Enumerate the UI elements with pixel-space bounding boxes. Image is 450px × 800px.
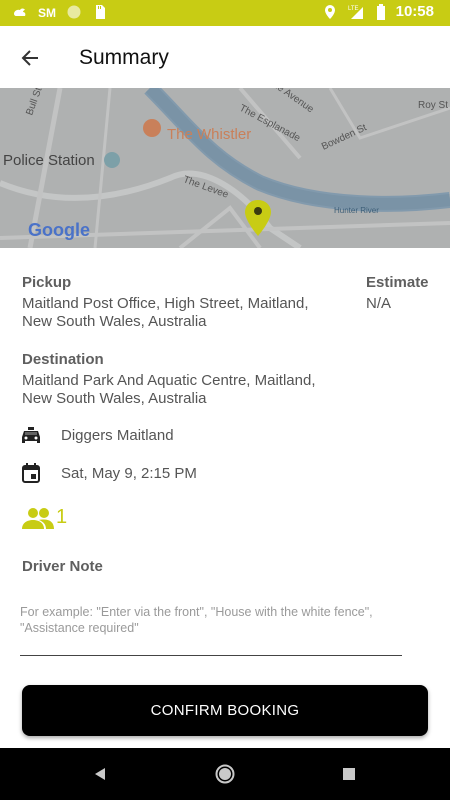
route-map[interactable]: The Whistler Police Station The Esplanad… (0, 88, 450, 248)
cloud-bird-icon (14, 8, 26, 16)
passenger-count: 1 (22, 506, 67, 529)
nav-recents-icon (343, 768, 355, 780)
battery-icon (376, 3, 385, 20)
restaurant-pin-icon (143, 119, 161, 137)
status-time: 10:58 (395, 3, 434, 20)
status-bar: SM LTE 10:58 (0, 0, 450, 26)
driver-note-placeholder: For example: "Enter via the front", "Hou… (20, 605, 373, 635)
arrow-back-icon (21, 50, 38, 66)
taxi-icon (20, 424, 42, 446)
nav-back-icon (95, 768, 105, 780)
pickup-label: Pickup (22, 274, 72, 291)
map-label-river: Hunter River (334, 206, 379, 215)
nav-back-button[interactable] (88, 762, 112, 786)
back-button[interactable] (14, 42, 46, 74)
calendar-icon (20, 462, 42, 484)
estimate-value: N/A (366, 295, 392, 312)
location-icon (324, 4, 335, 19)
company-row: Diggers Maitland (20, 424, 174, 446)
sm-app-icon: SM (38, 6, 56, 20)
map-label-poi: The Whistler (167, 126, 252, 143)
confirm-booking-button[interactable]: CONFIRM BOOKING (22, 685, 428, 736)
company-name: Diggers Maitland (61, 426, 174, 444)
police-pin-icon (104, 152, 120, 168)
destination-label: Destination (22, 351, 104, 368)
google-logo: Google (28, 220, 90, 240)
passenger-count-value: 1 (56, 506, 68, 528)
people-icon (22, 507, 54, 529)
navigation-bar (0, 748, 450, 800)
destination-value: Maitland Park And Aquatic Centre, Maitla… (22, 372, 316, 407)
pickup-value: Maitland Post Office, High Street, Maitl… (22, 295, 309, 330)
map-label-police: Police Station (3, 152, 95, 169)
datetime-row: Sat, May 9, 2:15 PM (20, 462, 197, 484)
nav-home-button[interactable] (213, 762, 237, 786)
estimate-label: Estimate (366, 274, 429, 291)
svg-text:LTE: LTE (348, 6, 359, 12)
map-label-roy: Roy St (418, 100, 449, 111)
driver-note-input[interactable]: For example: "Enter via the front", "Hou… (20, 600, 402, 656)
lte-signal-icon: LTE (348, 6, 363, 19)
svg-text:SM: SM (38, 6, 56, 20)
sd-card-icon (96, 5, 105, 19)
page-title: Summary (79, 46, 169, 69)
app-bar: Summary (0, 26, 450, 88)
nav-recents-button[interactable] (337, 762, 361, 786)
driver-note-label: Driver Note (22, 558, 103, 575)
nav-home-icon (215, 764, 235, 784)
datetime-value: Sat, May 9, 2:15 PM (61, 464, 197, 482)
circle-icon (67, 5, 81, 19)
